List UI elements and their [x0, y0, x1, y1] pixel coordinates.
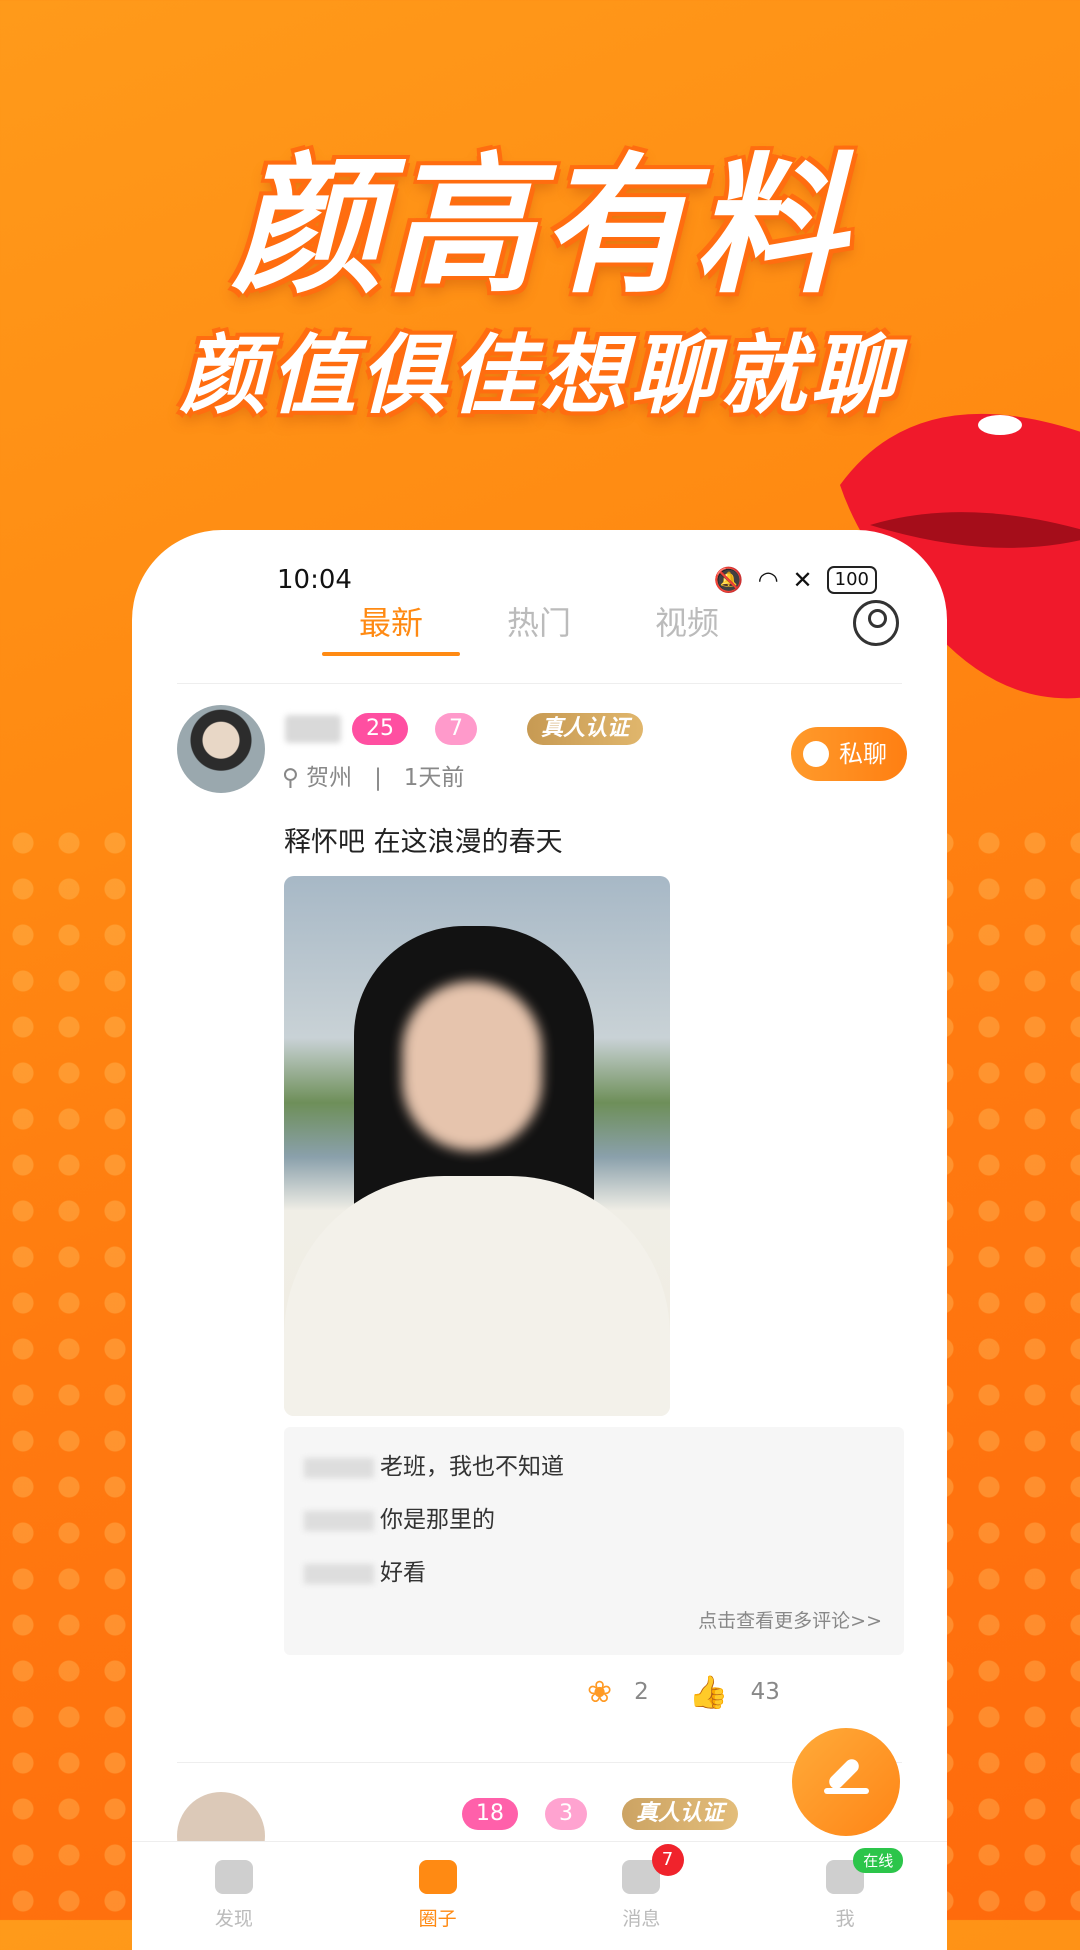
comment-item: 好看 [304, 1553, 426, 1587]
nav-messages[interactable]: 7 消息 [540, 1842, 744, 1950]
location-text: 贺州 [306, 765, 353, 791]
status-time: 10:04 [277, 565, 352, 595]
more-comments-link[interactable]: 点击查看更多评论>> [698, 1606, 882, 1633]
nav-circle[interactable]: 圈子 [336, 1842, 540, 1950]
post-actions: ❀ 2 👍 43 [587, 1673, 780, 1711]
meta-separator: | [374, 765, 382, 791]
nav-me[interactable]: 在线 我 [743, 1842, 947, 1950]
unread-badge: 7 [651, 1844, 684, 1876]
level-badge: 18 [462, 1798, 518, 1830]
divider [177, 1762, 902, 1763]
level-badge: 25 [352, 713, 408, 745]
comments-box[interactable]: 老班，我也不知道 你是那里的 好看 点击查看更多评论>> [284, 1427, 904, 1655]
like-count: 43 [750, 1679, 780, 1705]
photo-shirt [284, 1176, 670, 1416]
mute-icon: 🔕 [713, 566, 744, 594]
comment-item: 你是那里的 [304, 1500, 495, 1534]
comment-item: 老班，我也不知道 [304, 1447, 564, 1481]
bottom-nav: 发现 圈子 7 消息 在线 我 [132, 1841, 947, 1950]
nav-discover[interactable]: 发现 [132, 1842, 336, 1950]
divider [177, 683, 902, 684]
like-icon[interactable]: 👍 [689, 1673, 729, 1711]
post-meta: ⚲ 贺州 | 1天前 [282, 758, 464, 792]
profile-icon[interactable] [853, 600, 899, 646]
private-chat-button[interactable]: 私聊 [791, 727, 907, 781]
feed-tabs: 最新 热门 视频 [317, 598, 761, 656]
verified-badge: 真人认证 [527, 713, 644, 745]
tab-hot[interactable]: 热门 [465, 598, 613, 656]
home-icon [214, 1860, 253, 1894]
tab-video[interactable]: 视频 [613, 598, 761, 656]
time-ago: 1天前 [403, 765, 465, 791]
heart-badge: 3 [545, 1798, 587, 1830]
status-bar: 10:04 🔕 ◠ ✕ 100 [277, 560, 877, 600]
avatar[interactable] [177, 705, 265, 793]
tab-latest[interactable]: 最新 [317, 598, 465, 656]
sim-icon: ✕ [792, 566, 813, 594]
online-badge: 在线 [853, 1848, 904, 1873]
photo-face-blurred [402, 981, 542, 1151]
username-blurred [285, 715, 341, 743]
wifi-icon: ◠ [757, 566, 779, 594]
heart-badge: 7 [435, 713, 477, 745]
battery-icon: 100 [826, 566, 877, 594]
circle-icon [418, 1860, 457, 1894]
promo-title: 颜高有料 [231, 140, 848, 314]
flower-count: 2 [634, 1679, 649, 1705]
compose-button[interactable] [792, 1728, 900, 1836]
post-photo[interactable] [284, 876, 670, 1416]
location-icon: ⚲ [282, 765, 299, 791]
post-text: 释怀吧 在这浪漫的春天 [284, 827, 563, 858]
flower-icon[interactable]: ❀ [587, 1675, 612, 1710]
phone-screen: 10:04 🔕 ◠ ✕ 100 最新 热门 视频 25 7 真人认证 ⚲ 贺州 … [132, 530, 947, 1950]
verified-badge: 真人认证 [622, 1798, 739, 1830]
